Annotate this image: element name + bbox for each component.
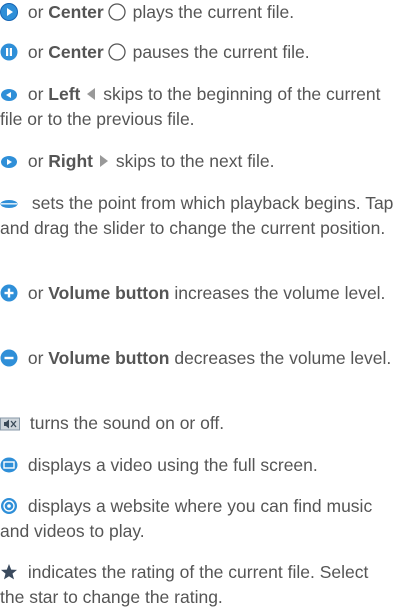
entry-text: or (23, 84, 49, 104)
entry-volume-down: or Volume button decreases the volume le… (0, 346, 396, 371)
key-name: Right (48, 151, 94, 171)
entry-mute: turns the sound on or off. (0, 411, 396, 436)
key-name: Volume button (48, 348, 170, 368)
entry-text: displays a video using the full screen. (23, 455, 318, 475)
entry-text: or (23, 151, 49, 171)
slider-icon (0, 194, 18, 212)
volume-down-icon (0, 349, 18, 367)
key-name: Center (48, 2, 104, 22)
center-button-icon (108, 43, 126, 61)
volume-up-icon (0, 284, 18, 302)
entry-text: sets the point from which playback begin… (0, 193, 394, 238)
entry-volume-up: or Volume button increases the volume le… (0, 281, 396, 306)
key-name: Center (48, 42, 104, 62)
entry-text: plays the current file. (127, 2, 295, 22)
entry-text: displays a website where you can find mu… (0, 496, 373, 541)
next-icon (0, 152, 18, 170)
entry-text: skips to the next file. (111, 151, 275, 171)
entry-web: displays a website where you can find mu… (0, 494, 396, 544)
entry-text: decreases the volume level. (169, 348, 392, 368)
right-arrow-icon (99, 154, 109, 168)
entry-text: pauses the current file. (127, 42, 310, 62)
key-name: Left (48, 84, 81, 104)
play-icon (0, 3, 18, 21)
entry-fullscreen: displays a video using the full screen. (0, 453, 396, 478)
entry-previous: or Left skips to the beginning of the cu… (0, 82, 396, 132)
mute-icon (0, 416, 20, 432)
entry-text: or (23, 348, 49, 368)
entry-text: or (23, 42, 49, 62)
entry-text: or (23, 2, 49, 22)
entry-slider: sets the point from which playback begin… (0, 191, 396, 241)
entry-pause: or Center pauses the current file. (0, 40, 396, 65)
entry-text: indicates the rating of the current file… (0, 562, 369, 607)
key-name: Volume button (48, 283, 170, 303)
entry-rating: indicates the rating of the current file… (0, 560, 396, 610)
pause-icon (0, 43, 18, 61)
fullscreen-icon (0, 456, 18, 474)
entry-next: or Right skips to the next file. (0, 149, 396, 174)
web-icon (0, 497, 18, 515)
entry-text: increases the volume level. (169, 283, 386, 303)
left-arrow-icon (86, 87, 96, 101)
previous-icon (0, 85, 18, 103)
center-button-icon (108, 3, 126, 21)
entry-text: turns the sound on or off. (25, 413, 225, 433)
entry-text: or (23, 283, 49, 303)
entry-play: or Center plays the current file. (0, 0, 396, 25)
star-icon (0, 563, 18, 581)
